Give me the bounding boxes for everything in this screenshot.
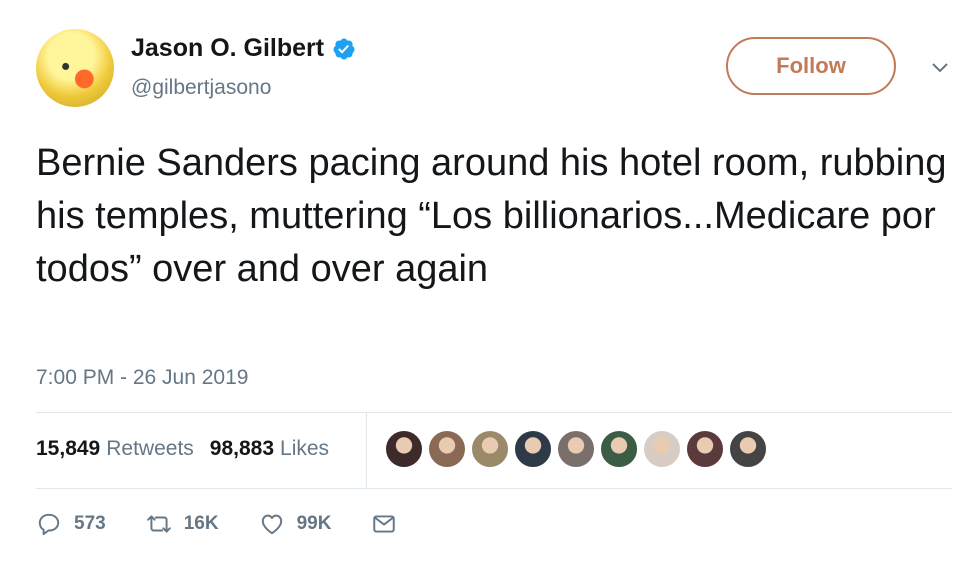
liker-avatar[interactable] <box>685 429 725 469</box>
liker-avatar[interactable] <box>384 429 424 469</box>
chevron-down-icon[interactable] <box>930 61 950 75</box>
liker-avatar[interactable] <box>513 429 553 469</box>
liker-avatar[interactable] <box>470 429 510 469</box>
heart-icon <box>261 514 282 535</box>
liker-avatar[interactable] <box>427 429 467 469</box>
liker-avatar[interactable] <box>642 429 682 469</box>
likes-label: Likes <box>280 437 330 460</box>
likes-stat[interactable]: 98,883 Likes <box>210 437 329 461</box>
profile-avatar[interactable] <box>36 29 114 107</box>
like-count: 99K <box>296 513 332 534</box>
verified-badge-icon <box>333 38 355 59</box>
tweet-timestamp[interactable]: 7:00 PM - 26 Jun 2019 <box>36 366 248 390</box>
retweet-count: 16K <box>183 513 219 534</box>
like-button[interactable]: 99K <box>259 511 332 537</box>
name-row: Jason O. Gilbert <box>131 34 356 63</box>
liker-avatar[interactable] <box>599 429 639 469</box>
follow-button[interactable]: Follow <box>726 37 896 95</box>
tweet-actions: 573 16K 99K <box>36 511 437 537</box>
liker-avatar[interactable] <box>556 429 596 469</box>
divider-bottom <box>36 488 952 489</box>
reply-icon <box>38 513 60 536</box>
likes-count: 98,883 <box>209 437 275 460</box>
display-name[interactable]: Jason O. Gilbert <box>131 34 324 63</box>
retweet-icon <box>146 515 171 533</box>
divider-top <box>36 412 952 413</box>
retweets-stat[interactable]: 15,849 Retweets <box>36 437 194 461</box>
liker-avatar[interactable] <box>728 429 768 469</box>
liker-avatars <box>384 429 771 469</box>
tweet-stats: 15,849 Retweets 98,883 Likes <box>36 437 329 461</box>
direct-message-button[interactable] <box>371 511 397 537</box>
retweet-button[interactable]: 16K <box>146 511 219 537</box>
envelope-icon <box>373 515 396 533</box>
retweets-count: 15,849 <box>36 437 101 460</box>
retweets-label: Retweets <box>106 437 194 460</box>
reply-button[interactable]: 573 <box>36 511 106 537</box>
stats-separator <box>366 413 367 488</box>
reply-count: 573 <box>74 513 106 534</box>
user-handle[interactable]: @gilbertjasono <box>131 76 271 100</box>
tweet-text: Bernie Sanders pacing around his hotel r… <box>36 142 947 290</box>
